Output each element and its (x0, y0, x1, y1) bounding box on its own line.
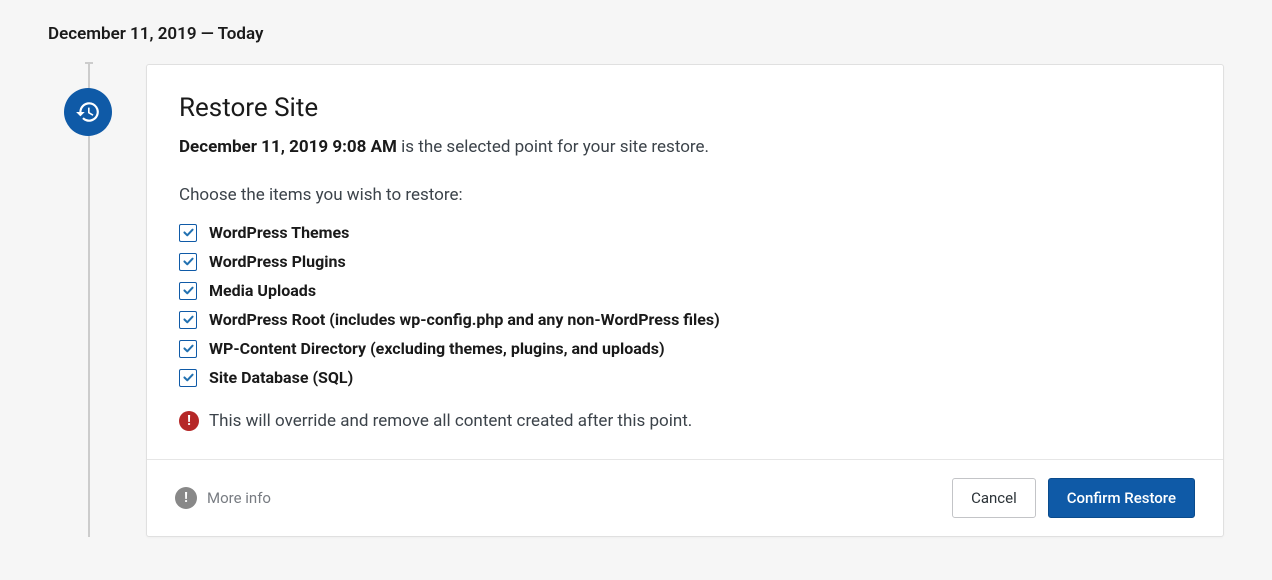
restore-point-line: December 11, 2019 9:08 AM is the selecte… (179, 137, 1191, 157)
checkbox-label: Media Uploads (209, 281, 316, 300)
list-item: WordPress Plugins (179, 252, 1191, 271)
check-icon (182, 226, 195, 239)
confirm-restore-button[interactable]: Confirm Restore (1048, 478, 1195, 518)
more-info-label: More info (207, 489, 271, 507)
check-icon (182, 342, 195, 355)
date-header: December 11, 2019 — Today (48, 24, 1224, 44)
checkbox-wpcontent[interactable] (179, 340, 197, 358)
panel-title: Restore Site (179, 93, 1191, 123)
checkbox-label: WordPress Plugins (209, 252, 346, 271)
restore-panel: Restore Site December 11, 2019 9:08 AM i… (146, 64, 1224, 537)
button-group: Cancel Confirm Restore (952, 478, 1195, 518)
restore-point-suffix: is the selected point for your site rest… (397, 137, 709, 157)
list-item: WordPress Root (includes wp-config.php a… (179, 310, 1191, 329)
history-icon (75, 99, 101, 125)
timeline-container: Restore Site December 11, 2019 9:08 AM i… (48, 64, 1224, 537)
checkbox-label: Site Database (SQL) (209, 368, 353, 387)
checkbox-database[interactable] (179, 369, 197, 387)
cancel-button[interactable]: Cancel (952, 478, 1036, 518)
check-icon (182, 284, 195, 297)
panel-body: Restore Site December 11, 2019 9:08 AM i… (147, 65, 1223, 459)
more-info-link[interactable]: ! More info (175, 487, 271, 509)
choose-items-label: Choose the items you wish to restore: (179, 185, 1191, 205)
checkbox-label: WordPress Themes (209, 223, 349, 242)
list-item: WP-Content Directory (excluding themes, … (179, 339, 1191, 358)
check-icon (182, 371, 195, 384)
checkbox-label: WordPress Root (includes wp-config.php a… (209, 310, 720, 329)
restore-items-list: WordPress Themes WordPress Plugins Media… (179, 223, 1191, 387)
warning-row: ! This will override and remove all cont… (179, 411, 1191, 431)
checkbox-plugins[interactable] (179, 253, 197, 271)
checkbox-media[interactable] (179, 282, 197, 300)
checkbox-label: WP-Content Directory (excluding themes, … (209, 339, 665, 358)
check-icon (182, 313, 195, 326)
list-item: Site Database (SQL) (179, 368, 1191, 387)
list-item: Media Uploads (179, 281, 1191, 300)
info-icon: ! (175, 487, 197, 509)
checkbox-themes[interactable] (179, 224, 197, 242)
check-icon (182, 255, 195, 268)
warning-icon: ! (179, 411, 199, 431)
restore-point-timestamp: December 11, 2019 9:08 AM (179, 137, 397, 157)
warning-text: This will override and remove all conten… (209, 411, 692, 431)
list-item: WordPress Themes (179, 223, 1191, 242)
panel-footer: ! More info Cancel Confirm Restore (147, 459, 1223, 536)
restore-node-icon (64, 88, 112, 136)
checkbox-root[interactable] (179, 311, 197, 329)
